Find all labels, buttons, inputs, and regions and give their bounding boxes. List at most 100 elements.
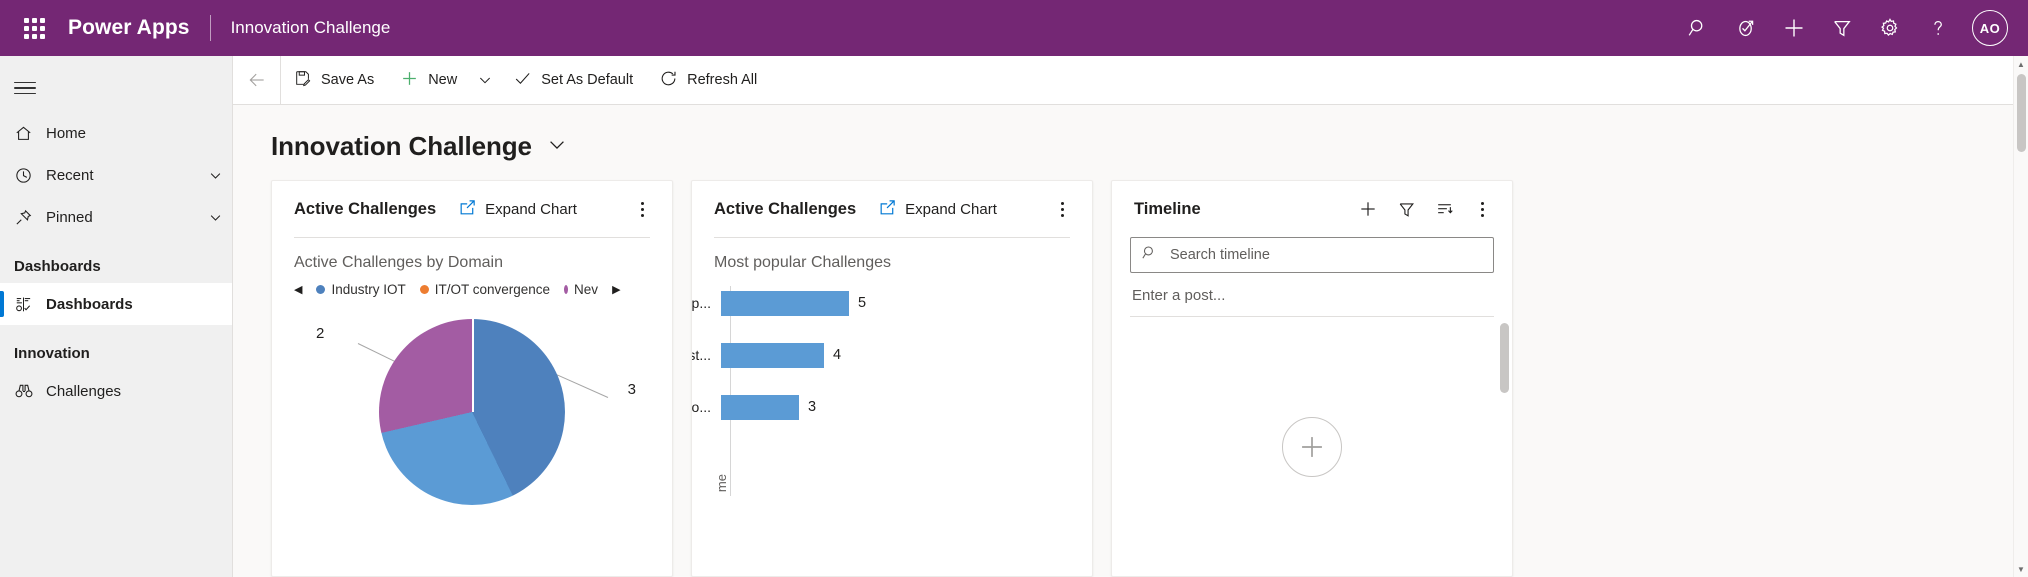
page-title-chevron-down-icon[interactable] [546, 133, 568, 160]
timeline-actions [1352, 193, 1498, 225]
ellipsis-dots [1481, 202, 1484, 217]
sidebar-item-label: Pinned [46, 209, 198, 226]
bar-row[interactable]: Connected pro... 3 [731, 394, 1070, 420]
app-body: Home Recent [0, 56, 2028, 577]
legend-item[interactable]: Industry IOT [316, 282, 405, 297]
refresh-all-button[interactable]: Refresh All [646, 56, 770, 104]
hamburger-menu-icon[interactable] [0, 64, 232, 112]
card-active-challenges-pie: Active Challenges Expand Chart [271, 180, 673, 577]
settings-gear-icon[interactable] [1868, 6, 1912, 50]
bar-category-label: Enterprise sust... [692, 347, 721, 363]
ellipsis-dots [641, 202, 644, 217]
page-header: Innovation Challenge [233, 105, 2028, 180]
left-navigation-sidebar: Home Recent [0, 56, 233, 577]
card-more-commands-icon[interactable] [626, 193, 658, 225]
timeline-search-box[interactable] [1130, 237, 1494, 273]
save-as-button[interactable]: Save As [281, 56, 387, 104]
main-content: Save As New [233, 56, 2028, 577]
pie-chart-body: Active Challenges by Domain ◀ Industry I… [272, 238, 672, 576]
bar-category-label: Connected pro... [692, 399, 721, 415]
expand-chart-button[interactable]: Expand Chart [878, 198, 997, 221]
brand-title[interactable]: Power Apps [68, 16, 190, 40]
sidebar-group-innovation-title: Innovation [0, 325, 232, 370]
expand-chart-label: Expand Chart [485, 201, 577, 218]
sort-icon[interactable] [1428, 193, 1460, 225]
expand-chart-icon [458, 198, 477, 221]
bar-chart-area: me Connected Op... 5 [714, 286, 1070, 496]
chevron-down-icon[interactable] [198, 168, 232, 183]
scroll-down-arrow-icon[interactable]: ▼ [2014, 561, 2028, 577]
save-as-icon [294, 69, 312, 91]
expand-chart-label: Expand Chart [905, 201, 997, 218]
expand-chart-button[interactable]: Expand Chart [458, 198, 577, 221]
waffle-grid [24, 18, 45, 39]
chevron-down-icon[interactable] [198, 210, 232, 225]
timeline-header: Timeline [1112, 181, 1512, 237]
user-avatar[interactable]: AO [1972, 10, 2008, 46]
timeline-post-input[interactable]: Enter a post... [1130, 273, 1494, 317]
filter-icon[interactable] [1390, 193, 1422, 225]
plus-circle-icon[interactable] [1282, 417, 1342, 477]
legend-prev-arrow-icon[interactable]: ◀ [294, 283, 302, 296]
set-as-default-button[interactable]: Set As Default [500, 56, 646, 104]
hamburger-lines [14, 78, 36, 99]
legend-swatch [420, 285, 429, 294]
bar-track: 4 [721, 343, 1070, 368]
card-timeline: Timeline [1111, 180, 1513, 577]
home-icon [14, 124, 46, 143]
legend-next-arrow-icon[interactable]: ▶ [612, 283, 620, 296]
card-title: Active Challenges [714, 200, 856, 219]
quick-create-icon[interactable] [1772, 6, 1816, 50]
legend-swatch [316, 285, 325, 294]
filter-icon[interactable] [1820, 6, 1864, 50]
more-icon[interactable] [1466, 193, 1498, 225]
save-as-label: Save As [321, 72, 374, 88]
scroll-up-arrow-icon[interactable]: ▲ [2014, 56, 2028, 72]
app-launcher-waffle-icon[interactable] [14, 8, 54, 48]
card-more-commands-icon[interactable] [1046, 193, 1078, 225]
bar-chart-axis-label: me [714, 474, 730, 492]
page-title: Innovation Challenge [271, 131, 532, 162]
page-scrollbar[interactable]: ▲ ▼ [2013, 56, 2028, 577]
sidebar-item-home[interactable]: Home [0, 112, 232, 154]
sidebar-item-recent[interactable]: Recent [0, 154, 232, 196]
bar-row[interactable]: Connected Op... 5 [731, 290, 1070, 316]
pie-graphic[interactable] [379, 319, 565, 505]
clock-icon [14, 166, 46, 185]
timeline-scrollbar-thumb[interactable] [1500, 323, 1509, 393]
legend-label: Nev [574, 282, 598, 297]
back-button[interactable] [233, 56, 281, 104]
new-button[interactable]: New [387, 56, 470, 104]
binoculars-icon [14, 381, 46, 401]
add-icon[interactable] [1352, 193, 1384, 225]
top-navigation-bar: Power Apps Innovation Challenge [0, 0, 2028, 56]
checkmark-icon [513, 69, 532, 92]
set-as-default-label: Set As Default [541, 72, 633, 88]
top-bar-actions: AO [1676, 6, 2008, 50]
legend-label: Industry IOT [331, 282, 405, 297]
bar-row[interactable]: Enterprise sust... 4 [731, 342, 1070, 368]
pie-spoke [472, 319, 474, 412]
legend-item[interactable]: IT/OT convergence [420, 282, 550, 297]
search-icon[interactable] [1676, 6, 1720, 50]
sidebar-item-dashboards[interactable]: Dashboards [0, 283, 232, 325]
bar-fill [721, 395, 799, 420]
chart-title: Most popular Challenges [714, 254, 1070, 272]
sidebar-group-dashboards-title: Dashboards [0, 238, 232, 283]
legend-item[interactable]: Nev [564, 282, 598, 297]
bar-chart-body: Most popular Challenges me Connected Op.… [692, 238, 1092, 576]
sidebar-item-label: Home [46, 125, 232, 142]
expand-chart-icon [878, 198, 897, 221]
search-icon [1141, 244, 1158, 266]
diagnostics-icon[interactable] [1724, 6, 1768, 50]
dashboard-icon [14, 295, 46, 314]
new-dropdown-chevron-down-icon[interactable] [470, 56, 500, 104]
sidebar-item-pinned[interactable]: Pinned [0, 196, 232, 238]
page-scrollbar-thumb[interactable] [2017, 74, 2026, 152]
search-input[interactable] [1168, 246, 1483, 264]
sidebar-item-label: Dashboards [46, 296, 232, 313]
help-icon[interactable] [1916, 6, 1960, 50]
sidebar-item-challenges[interactable]: Challenges [0, 370, 232, 412]
bar-value-label: 4 [833, 347, 841, 363]
app-name: Innovation Challenge [231, 18, 391, 38]
